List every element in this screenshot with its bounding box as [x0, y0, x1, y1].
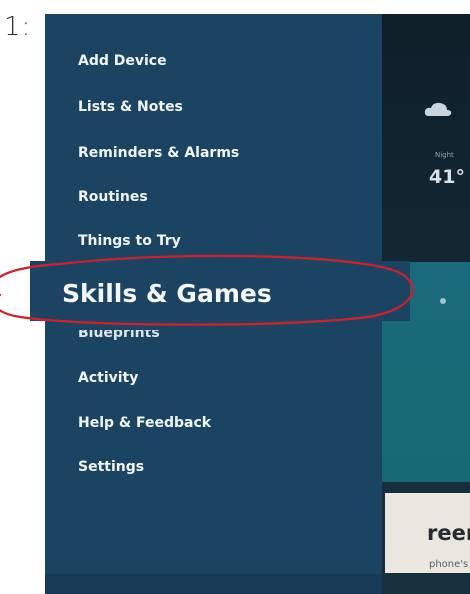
- feature-card-subtitle: phone's: [429, 559, 469, 570]
- menu-item-skills-games[interactable]: Skills & Games: [62, 279, 272, 308]
- menu-item-settings[interactable]: Settings: [78, 459, 144, 475]
- menu-item-routines[interactable]: Routines: [78, 189, 148, 205]
- cloud-icon: [424, 102, 452, 116]
- weather-label: Night: [435, 151, 454, 159]
- step-label: 1:: [4, 12, 32, 42]
- menu-item-blueprints[interactable]: Blueprints: [78, 330, 160, 340]
- card-indicator-dot: [440, 298, 446, 304]
- menu-item-things-to-try[interactable]: Things to Try: [78, 233, 181, 249]
- tutorial-figure: 1: Night 41° reen phone's Add Device Lis…: [0, 0, 470, 594]
- menu-item-lists-notes[interactable]: Lists & Notes: [78, 99, 183, 115]
- feature-card-title: reen: [427, 521, 470, 545]
- menu-item-help-feedback[interactable]: Help & Feedback: [78, 415, 211, 431]
- menu-item-blueprints-label: Blueprints: [78, 330, 160, 340]
- weather-temperature: 41°: [429, 166, 465, 188]
- drawer-footer: [45, 574, 382, 594]
- menu-item-add-device[interactable]: Add Device: [78, 53, 167, 69]
- menu-item-activity[interactable]: Activity: [78, 370, 138, 386]
- menu-item-reminders-alarms[interactable]: Reminders & Alarms: [78, 145, 239, 161]
